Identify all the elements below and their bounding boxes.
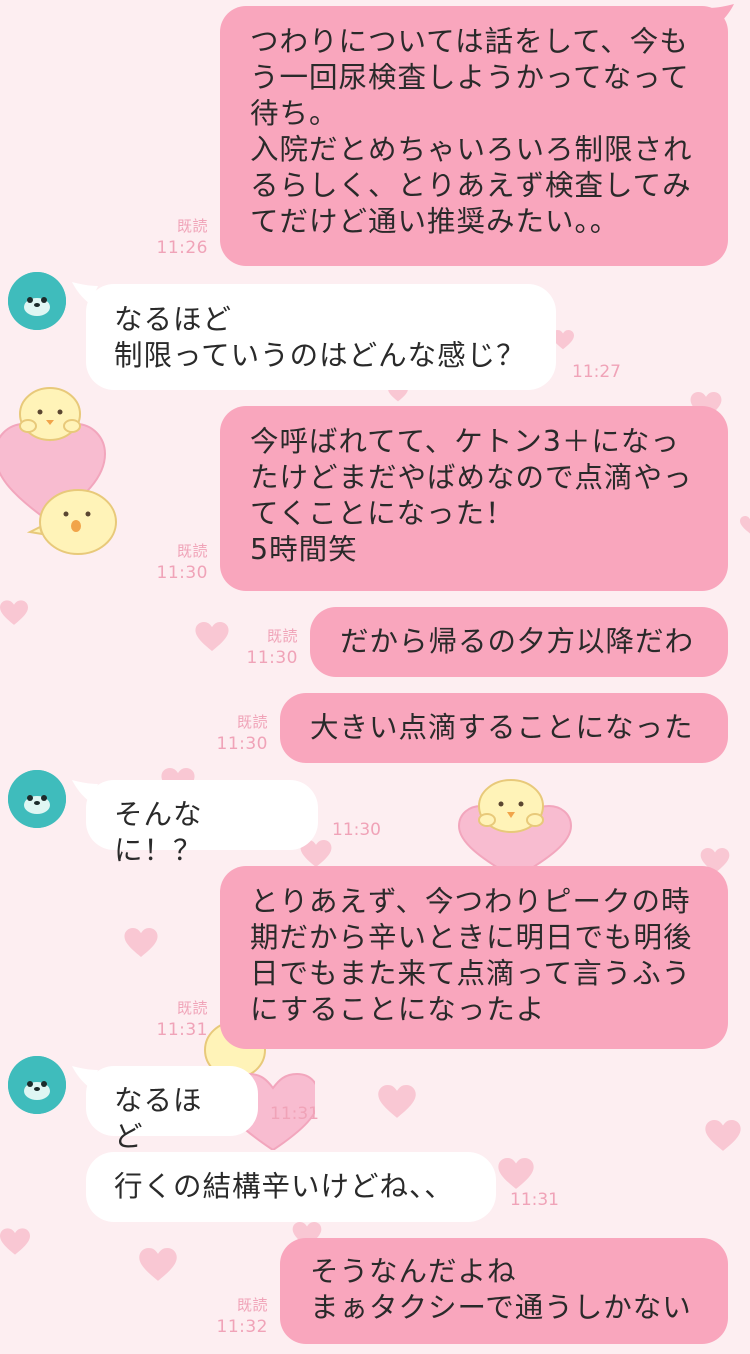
message-meta: 既読 11:30 <box>150 540 208 584</box>
heart-icon <box>498 1158 534 1190</box>
heart-icon <box>0 1228 30 1256</box>
heart-icon <box>124 928 158 958</box>
read-receipt: 既読 <box>176 217 208 235</box>
message-time: 11:27 <box>572 362 621 382</box>
message-time: 11:30 <box>332 820 381 840</box>
message-time: 11:31 <box>270 1104 319 1124</box>
message-time: 11:31 <box>156 1020 208 1040</box>
message-meta: 既読 11:31 <box>150 997 208 1041</box>
chick-icon <box>455 778 575 880</box>
incoming-message[interactable]: 行くの結構辛いけどね、、 <box>86 1152 496 1222</box>
incoming-message[interactable]: そんなに！？ <box>86 780 318 867</box>
message-time: 11:31 <box>510 1190 559 1210</box>
read-receipt: 既読 <box>176 542 208 560</box>
read-receipt: 既読 <box>236 1296 268 1314</box>
outgoing-message[interactable]: そうなんだよね まぁタクシーで通うしかない <box>280 1238 728 1344</box>
chick-icon <box>0 382 125 562</box>
heart-icon <box>378 1085 416 1119</box>
incoming-message[interactable]: なるほど 制限っていうのはどんな感じ？ <box>86 284 556 390</box>
message-time: 11:32 <box>216 1317 268 1337</box>
message-meta: 既読 11:26 <box>150 215 208 259</box>
outgoing-message[interactable]: 今呼ばれてて、ケトン3＋になっ たけどまだやばめなので点滴やっ てくことになった… <box>220 406 728 591</box>
heart-icon <box>138 1248 178 1282</box>
incoming-message[interactable]: なるほど <box>86 1066 258 1153</box>
heart-icon <box>705 1120 741 1152</box>
message-time: 11:30 <box>156 563 208 583</box>
outgoing-message[interactable]: だから帰るの夕方以降だわ <box>310 607 728 677</box>
avatar-icon[interactable] <box>8 770 66 828</box>
avatar-icon[interactable] <box>8 1056 66 1114</box>
heart-icon <box>740 505 750 545</box>
message-meta: 既読 11:30 <box>240 625 298 669</box>
bubble-tail <box>708 4 734 26</box>
message-time: 11:30 <box>246 648 298 668</box>
message-time: 11:26 <box>156 238 208 258</box>
outgoing-message[interactable]: とりあえず、今つわりピークの時 期だから辛いときに明日でも明後 日でもまた来て点… <box>220 866 728 1049</box>
heart-icon <box>195 622 229 652</box>
outgoing-message[interactable]: 大きい点滴することになった <box>280 693 728 763</box>
outgoing-message[interactable]: つわりについては話をして、今も う一回尿検査しようかってなって 待ち。 入院だと… <box>220 6 728 266</box>
message-meta: 既読 11:32 <box>210 1294 268 1338</box>
read-receipt: 既読 <box>176 999 208 1017</box>
heart-icon <box>0 600 28 626</box>
message-meta: 既読 11:30 <box>210 711 268 755</box>
message-time: 11:30 <box>216 734 268 754</box>
read-receipt: 既読 <box>266 627 298 645</box>
read-receipt: 既読 <box>236 713 268 731</box>
avatar-icon[interactable] <box>8 272 66 330</box>
